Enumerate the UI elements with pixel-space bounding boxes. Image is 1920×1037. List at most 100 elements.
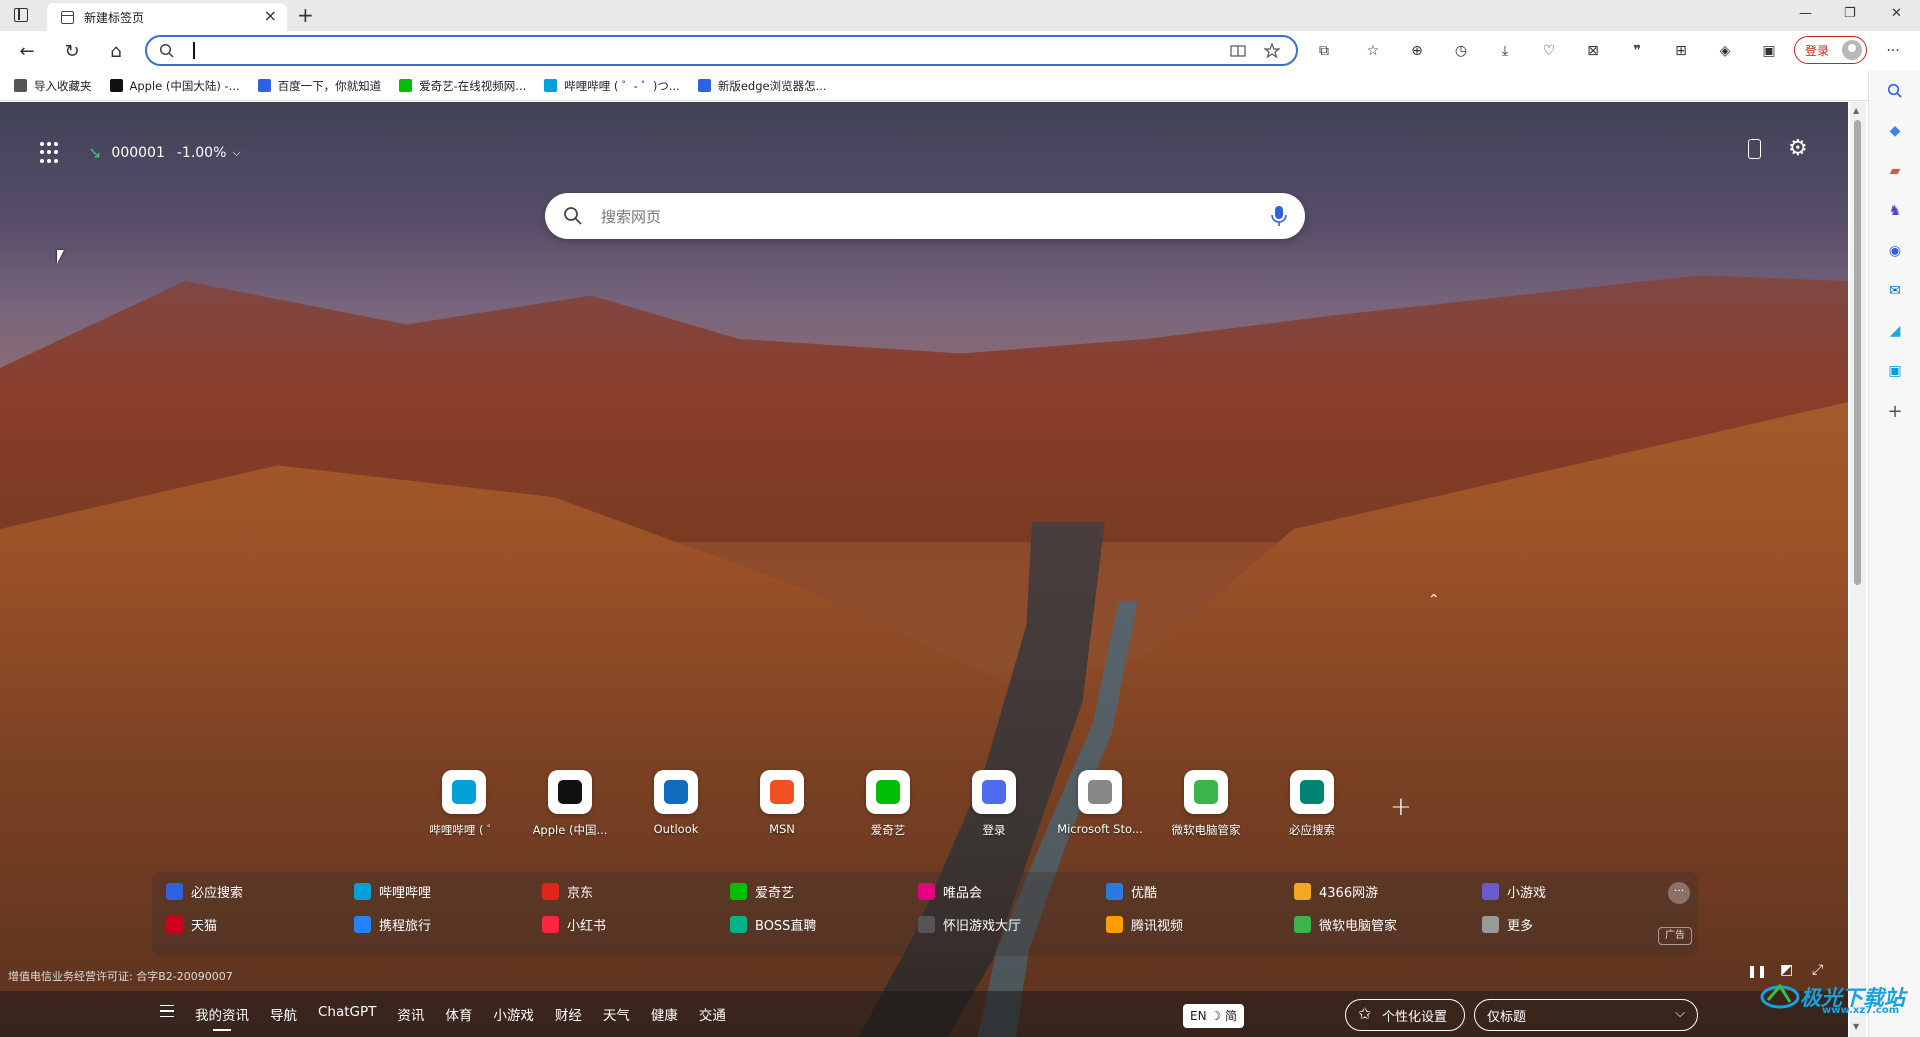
search-icon[interactable]: [1885, 81, 1905, 101]
nav-link[interactable]: 携程旅行: [354, 915, 542, 934]
more-icon[interactable]: ···: [1883, 41, 1903, 61]
nav-link[interactable]: 小游戏: [1482, 882, 1670, 901]
close-window-button[interactable]: ✕: [1891, 6, 1902, 21]
scroll-down-arrow-icon[interactable]: ▼: [1853, 1022, 1859, 1031]
favorites-icon[interactable]: ☆: [1363, 41, 1383, 61]
microphone-icon[interactable]: [1271, 205, 1287, 227]
bottom-nav-item[interactable]: 财经: [555, 1004, 582, 1024]
nav-link[interactable]: 爱奇艺: [730, 882, 918, 901]
bottom-nav-item[interactable]: 天气: [603, 1004, 630, 1024]
drop-icon[interactable]: ◢: [1885, 321, 1905, 341]
bottom-nav-item[interactable]: 我的资讯: [195, 1004, 249, 1031]
outlook-icon[interactable]: ✉: [1885, 281, 1905, 301]
nav-link[interactable]: 京东: [542, 882, 730, 901]
bottom-nav-item[interactable]: 导航: [270, 1004, 297, 1024]
sidebar-toggle-icon[interactable]: ▣: [1759, 41, 1779, 61]
quicklink-tile[interactable]: 微软电脑管家: [1153, 770, 1259, 838]
nav-link[interactable]: 更多: [1482, 915, 1670, 934]
nav-link[interactable]: 天猫: [166, 915, 354, 934]
chevron-down-icon: ⌵: [232, 145, 241, 159]
favorite-item[interactable]: Apple (中国大陆) -...: [109, 78, 240, 94]
chevron-down-icon: ⌵: [1675, 1006, 1685, 1021]
quicklink-tile[interactable]: Apple (中国...: [517, 770, 623, 838]
search-input[interactable]: 搜索网页: [601, 206, 661, 227]
import-favorites-item[interactable]: 导入收藏夹: [14, 78, 92, 94]
restore-button[interactable]: ❐: [1844, 6, 1856, 21]
bottom-nav-item[interactable]: 体育: [445, 1004, 472, 1024]
reading-view-icon[interactable]: [1230, 43, 1246, 59]
stock-widget[interactable]: ↘ 000001 -1.00% ⌵: [88, 143, 241, 162]
phone-icon[interactable]: [1748, 139, 1761, 159]
scroll-up-arrow-icon[interactable]: ▲: [1853, 106, 1859, 115]
site-logo-icon: [730, 883, 747, 900]
extensions-icon[interactable]: ⧉: [1314, 41, 1334, 61]
bottom-nav-item[interactable]: 资讯: [397, 1004, 424, 1024]
nav-link[interactable]: 腾讯视频: [1106, 915, 1294, 934]
new-tab-button[interactable]: +: [297, 5, 314, 25]
tab-close-icon[interactable]: ×: [264, 8, 277, 24]
browser-essentials-icon[interactable]: ◈: [1715, 41, 1735, 61]
quicklink-tile[interactable]: Outlook: [623, 770, 729, 838]
bottom-nav-item[interactable]: 健康: [651, 1004, 678, 1024]
page-scrollbar[interactable]: ▲ ▼: [1850, 102, 1866, 1037]
page-settings-icon[interactable]: ⚙: [1788, 136, 1808, 161]
expand-icon[interactable]: ⤢: [1812, 962, 1823, 978]
quote-icon[interactable]: ❞: [1627, 41, 1647, 61]
menu-icon[interactable]: [160, 1005, 174, 1017]
image-info-icon[interactable]: ◩: [1780, 962, 1793, 978]
shopping-tag-icon[interactable]: ◆: [1885, 121, 1905, 141]
bilibili-icon[interactable]: ▣: [1885, 361, 1905, 381]
login-button[interactable]: 登录: [1794, 36, 1867, 64]
nav-link[interactable]: 唯品会: [918, 882, 1106, 901]
add-quicklink-button[interactable]: +: [1390, 792, 1412, 822]
personalize-button[interactable]: 个性化设置: [1345, 999, 1465, 1031]
favorite-item[interactable]: 新版edge浏览器怎...: [697, 78, 827, 94]
quicklink-tile[interactable]: Microsoft Sto...: [1047, 770, 1153, 838]
history-icon[interactable]: ◷: [1451, 41, 1471, 61]
apps-icon[interactable]: ⊞: [1671, 41, 1691, 61]
favorite-item[interactable]: 百度一下，你就知道: [257, 78, 381, 94]
address-bar[interactable]: [145, 35, 1298, 66]
nav-link[interactable]: 优酷: [1106, 882, 1294, 901]
tab-actions-icon[interactable]: [14, 8, 28, 22]
games-icon[interactable]: ♞: [1885, 201, 1905, 221]
app-launcher-icon[interactable]: [40, 142, 62, 164]
quicklink-tile[interactable]: 必应搜索: [1259, 770, 1365, 838]
web-search-box[interactable]: 搜索网页: [545, 193, 1305, 239]
screenshot-icon[interactable]: ⊠: [1583, 41, 1603, 61]
bottom-nav-item[interactable]: 小游戏: [493, 1004, 534, 1024]
nav-link[interactable]: 微软电脑管家: [1294, 915, 1482, 934]
refresh-icon[interactable]: ↻: [60, 39, 84, 63]
language-toggle[interactable]: EN ☽ 简: [1183, 1004, 1244, 1028]
nav-link[interactable]: 必应搜索: [166, 882, 354, 901]
add-sidebar-app-icon[interactable]: +: [1885, 401, 1905, 422]
nav-link[interactable]: 哔哩哔哩: [354, 882, 542, 901]
scroll-thumb[interactable]: [1854, 120, 1861, 585]
home-icon[interactable]: ⌂: [104, 39, 128, 63]
copilot-icon[interactable]: ◉: [1885, 241, 1905, 261]
downloads-icon[interactable]: ⤓: [1495, 41, 1515, 61]
layout-select[interactable]: 仅标题 ⌵: [1474, 999, 1698, 1031]
nav-link[interactable]: 怀旧游戏大厅: [918, 915, 1106, 934]
minimize-button[interactable]: —: [1799, 6, 1812, 21]
performance-icon[interactable]: ♡: [1539, 41, 1559, 61]
tab-active[interactable]: 新建标签页 ×: [47, 3, 287, 31]
bottom-nav-item[interactable]: ChatGPT: [318, 1004, 376, 1024]
nav-link[interactable]: 小红书: [542, 915, 730, 934]
pause-icon[interactable]: ❚❚: [1747, 964, 1767, 978]
favorite-item[interactable]: 爱奇艺-在线视频网...: [399, 78, 526, 94]
bottom-nav-item[interactable]: 交通: [699, 1004, 726, 1024]
quicklink-tile[interactable]: 登录: [941, 770, 1047, 838]
nav-more-button[interactable]: ···: [1668, 882, 1690, 904]
quicklink-tile[interactable]: MSN: [729, 770, 835, 838]
add-favorite-icon[interactable]: [1264, 43, 1280, 59]
chevron-up-icon[interactable]: ⌃: [1428, 592, 1440, 608]
nav-link[interactable]: 4366网游: [1294, 882, 1482, 901]
quicklink-tile[interactable]: 哔哩哔哩 ( ゜: [411, 770, 517, 838]
favorite-item[interactable]: 哔哩哔哩 ( ゜- ゜)つ...: [544, 78, 680, 94]
back-icon[interactable]: ←: [15, 39, 39, 63]
quicklink-tile[interactable]: 爱奇艺: [835, 770, 941, 838]
tools-icon[interactable]: ▰: [1885, 161, 1905, 181]
collections-icon[interactable]: ⊕: [1407, 41, 1427, 61]
nav-link[interactable]: BOSS直聘: [730, 915, 918, 934]
